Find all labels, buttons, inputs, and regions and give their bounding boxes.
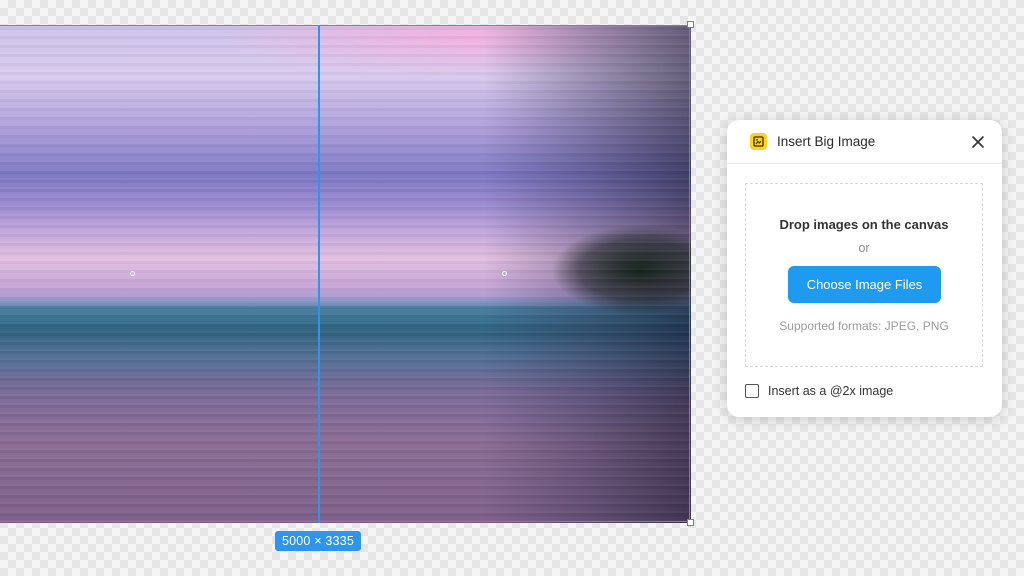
supported-formats-text: Supported formats: JPEG, PNG: [779, 319, 949, 333]
drop-zone-title: Drop images on the canvas: [779, 217, 949, 232]
insert-big-image-dialog: Insert Big Image Drop images on the canv…: [727, 120, 1002, 417]
selection-border: [0, 25, 690, 522]
insert-2x-label: Insert as a @2x image: [768, 384, 894, 398]
insert-2x-checkbox[interactable]: [745, 384, 759, 398]
resize-handle-top-right[interactable]: [687, 21, 694, 28]
slice-center-marker: [502, 271, 507, 276]
dialog-title: Insert Big Image: [777, 134, 876, 149]
insert-big-image-plugin-icon: [750, 133, 767, 150]
resize-handle-bottom-right[interactable]: [687, 519, 694, 526]
close-icon: [972, 136, 984, 148]
choose-image-files-button[interactable]: Choose Image Files: [788, 266, 941, 303]
slice-guide-line[interactable]: [318, 25, 320, 523]
close-button[interactable]: [968, 132, 988, 152]
image-drop-zone[interactable]: Drop images on the canvas or Choose Imag…: [745, 183, 983, 367]
image-size-badge: 5000 × 3335: [275, 531, 361, 551]
slice-center-marker: [130, 271, 135, 276]
drop-zone-or: or: [858, 241, 870, 255]
dialog-header: Insert Big Image: [727, 120, 1002, 164]
